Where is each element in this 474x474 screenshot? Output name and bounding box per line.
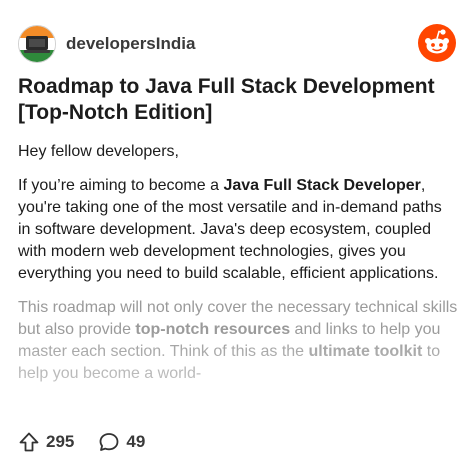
subreddit-name[interactable]: developersIndia (66, 34, 195, 54)
laptop-icon (26, 36, 48, 50)
post-header: developersIndia (18, 24, 456, 64)
post-paragraph-2: This roadmap will not only cover the nec… (18, 297, 458, 385)
upvote-count: 295 (46, 432, 75, 451)
bold-text: ultimate toolkit (308, 343, 423, 360)
bold-text: Java Full Stack Developer (223, 177, 421, 194)
upvote-button[interactable]: 295 (18, 431, 74, 453)
laptop-base (24, 50, 50, 53)
post-title[interactable]: Roadmap to Java Full Stack Development [… (18, 74, 458, 126)
comment-count: 49 (126, 432, 146, 451)
reddit-snoo-icon[interactable] (418, 24, 456, 62)
reddit-snoo-svg (425, 29, 449, 54)
upvote-arrow-icon (19, 432, 39, 452)
subreddit-avatar[interactable] (18, 25, 56, 63)
comments-button[interactable]: 49 (98, 431, 145, 453)
post-greeting: Hey fellow developers, (18, 143, 179, 160)
post-body: Hey fellow developers, If you’re aiming … (18, 141, 458, 385)
comment-bubble-icon (99, 433, 119, 451)
text-run: If you’re aiming to become a (18, 177, 224, 194)
post-footer: 295 49 (18, 430, 145, 454)
post-paragraph-1: If you’re aiming to become a Java Full S… (18, 175, 458, 285)
bold-text: top-notch resources (135, 321, 291, 338)
